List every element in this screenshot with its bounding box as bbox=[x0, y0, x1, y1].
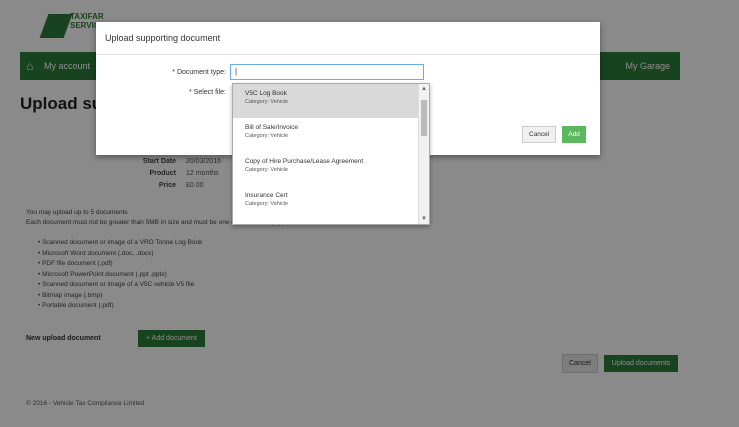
option-name: Copy of Hire Purchase/Lease Agreement bbox=[245, 158, 364, 165]
scroll-down-icon[interactable]: ▼ bbox=[421, 216, 427, 222]
option-category: Category: Vehicle bbox=[245, 133, 289, 139]
document-type-select[interactable]: | bbox=[230, 64, 424, 80]
option-name: Insurance Cert bbox=[245, 192, 288, 199]
scrollbar-thumb[interactable] bbox=[421, 100, 427, 136]
option-name: Bill of Sale/Invoice bbox=[245, 124, 299, 131]
dropdown-option[interactable]: Insurance Cert Category: Vehicle bbox=[233, 186, 429, 220]
dropdown-option[interactable]: Copy of Hire Purchase/Lease Agreement Ca… bbox=[233, 152, 429, 186]
modal-cancel-button[interactable]: Cancel bbox=[522, 126, 557, 143]
option-category: Category: Vehicle bbox=[245, 201, 289, 207]
option-category: Category: Vehicle bbox=[245, 99, 289, 105]
scroll-up-icon[interactable]: ▲ bbox=[421, 86, 427, 92]
modal-add-button[interactable]: Add bbox=[562, 126, 586, 143]
dropdown-option[interactable]: Bill of Sale/Invoice Category: Vehicle bbox=[233, 118, 429, 152]
select-file-label: * Select file: bbox=[189, 89, 226, 96]
document-type-label: * Document type: bbox=[172, 69, 226, 76]
dropdown-option[interactable]: V5C Log Book Category: Vehicle bbox=[233, 84, 429, 118]
modal-divider bbox=[96, 54, 600, 55]
dropdown-scrollbar[interactable]: ▲ ▼ bbox=[418, 84, 429, 224]
option-name: V5C Log Book bbox=[245, 90, 287, 97]
modal-title: Upload supporting document bbox=[105, 33, 221, 43]
document-type-dropdown[interactable]: V5C Log Book Category: Vehicle Bill of S… bbox=[232, 83, 430, 225]
option-category: Category: Vehicle bbox=[245, 167, 289, 173]
modal-actions: Cancel Add bbox=[522, 126, 586, 143]
